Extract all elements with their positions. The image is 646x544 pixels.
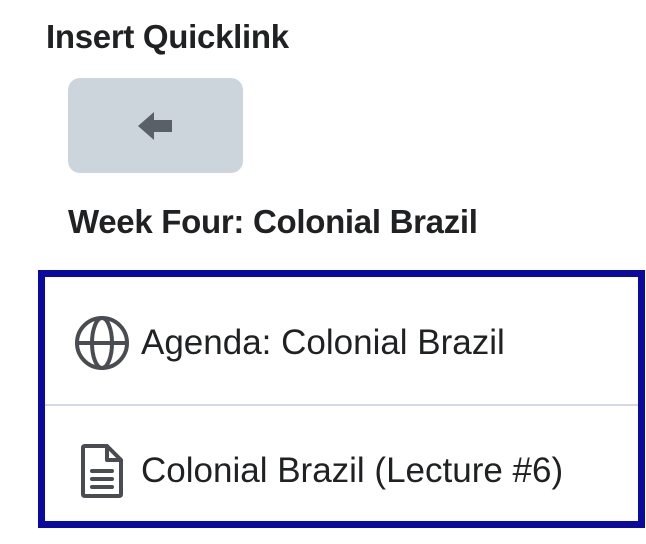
- list-item-label: Colonial Brazil (Lecture #6): [141, 451, 564, 490]
- quicklink-list: Agenda: Colonial Brazil Colonial Brazil …: [38, 270, 645, 528]
- section-heading: Week Four: Colonial Brazil: [68, 203, 478, 240]
- document-icon: [73, 442, 131, 500]
- back-button[interactable]: [68, 78, 243, 173]
- dialog-title: Insert Quicklink: [46, 18, 289, 55]
- globe-icon: [73, 314, 131, 372]
- list-item-agenda[interactable]: Agenda: Colonial Brazil: [45, 282, 638, 404]
- arrow-left-icon: [137, 111, 172, 140]
- list-item-lecture[interactable]: Colonial Brazil (Lecture #6): [45, 410, 638, 532]
- divider: [45, 404, 638, 406]
- list-item-label: Agenda: Colonial Brazil: [141, 323, 505, 362]
